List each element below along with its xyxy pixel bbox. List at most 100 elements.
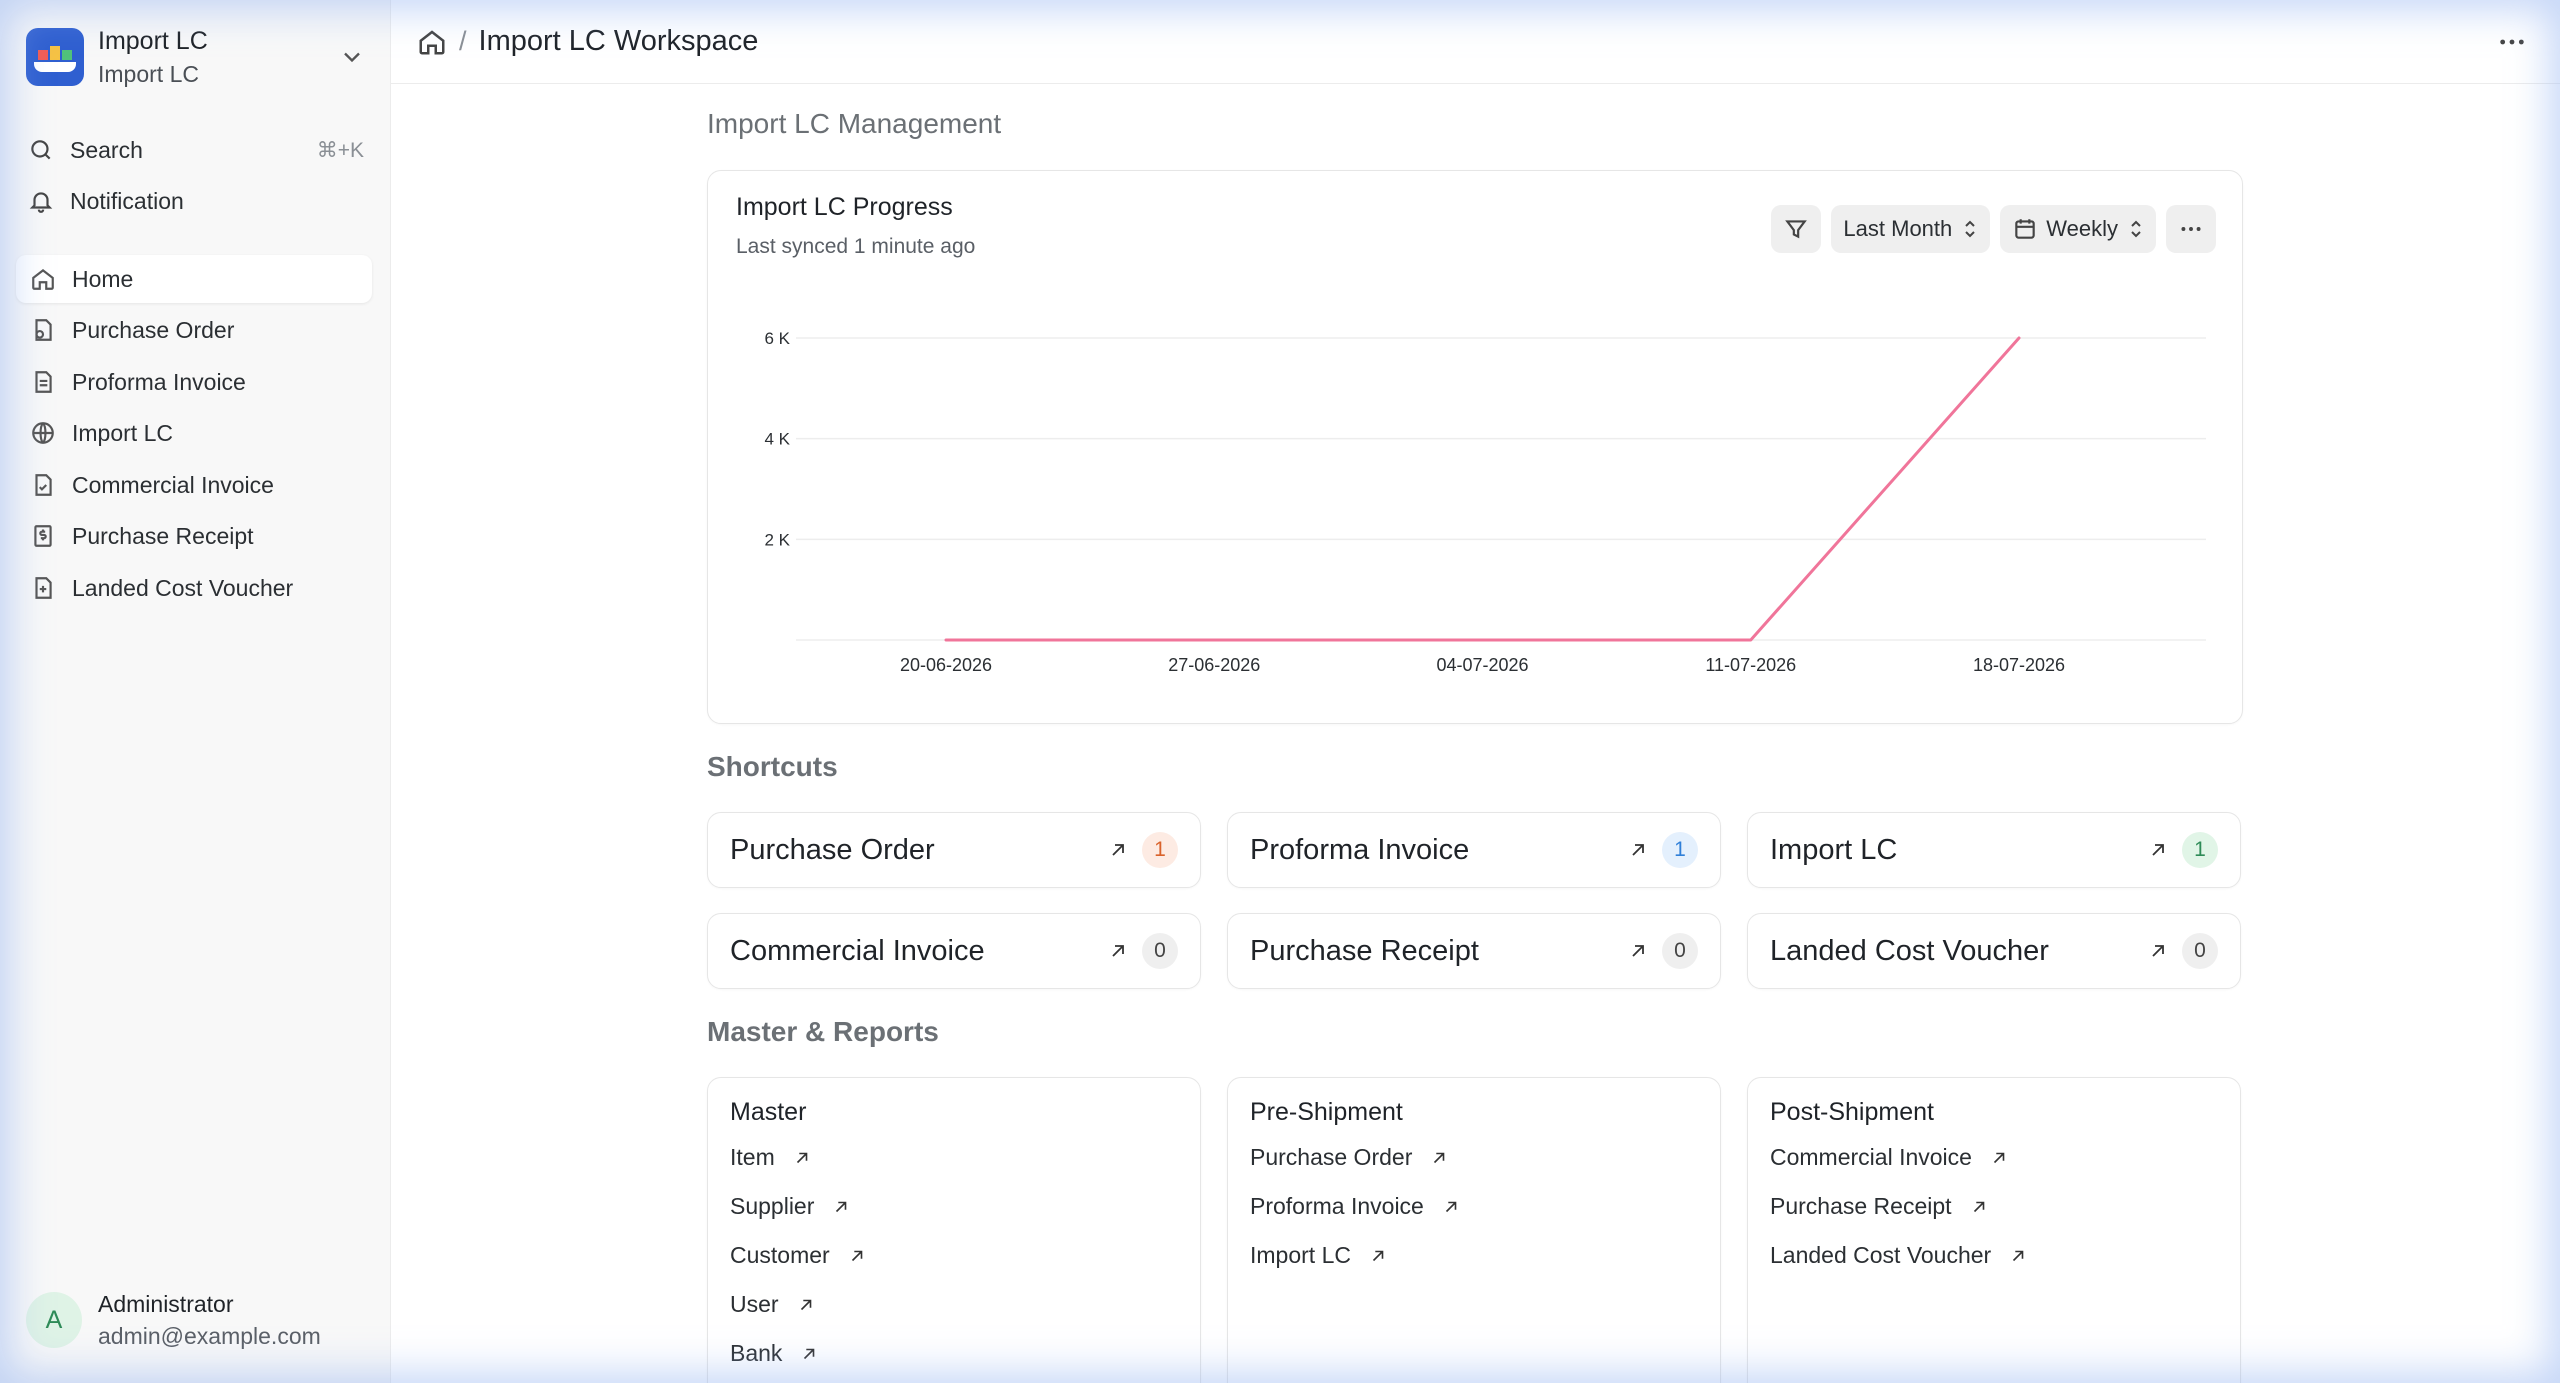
sidebar-item-purchase-receipt[interactable]: Purchase Receipt (16, 512, 372, 560)
shortcut-count-badge: 0 (1662, 933, 1698, 969)
report-link-label: Proforma Invoice (1250, 1193, 1424, 1219)
sidebar-item-landed-cost-voucher[interactable]: Landed Cost Voucher (16, 564, 372, 612)
workspace-subtitle: Import LC (98, 61, 199, 87)
arrow-up-right-icon (851, 1250, 863, 1261)
sidebar-item-label: Proforma Invoice (72, 368, 246, 395)
shortcut-card[interactable]: Purchase Order 1 (707, 812, 1201, 888)
chevron-down-icon[interactable] (338, 43, 366, 71)
user-menu[interactable]: A Administrator admin@example.com (26, 1285, 321, 1355)
arrow-up-right-icon (1632, 844, 1644, 856)
y-tick-label: 6 K (764, 329, 790, 348)
shortcut-card[interactable]: Purchase Receipt 0 (1227, 913, 1721, 989)
report-card-title: Master (730, 1098, 807, 1126)
section-title: Import LC Management (707, 108, 1002, 139)
report-link[interactable]: Bank (730, 1340, 818, 1367)
y-tick-label: 4 K (764, 430, 790, 449)
page-title: Import LC Workspace (478, 25, 759, 57)
report-link[interactable]: Commercial Invoice (1770, 1144, 2008, 1171)
shortcut-count-badge: 0 (2182, 933, 2218, 969)
shortcut-label: Purchase Order (730, 833, 935, 866)
arrow-up-right-icon (1993, 1152, 2005, 1163)
notification-button[interactable]: Notification (16, 179, 376, 223)
workspace-switcher[interactable]: Import LC Import LC (26, 26, 366, 88)
reports-title: Master & Reports (707, 1016, 939, 1047)
report-link-label: Purchase Receipt (1770, 1193, 1952, 1219)
shortcut-label: Commercial Invoice (730, 934, 985, 967)
shortcut-label: Purchase Receipt (1250, 934, 1479, 967)
x-tick-label: 27-06-2026 (1168, 655, 1260, 675)
report-link-label: Landed Cost Voucher (1770, 1242, 1992, 1268)
shortcut-card[interactable]: Proforma Invoice 1 (1227, 812, 1721, 888)
arrow-up-right-icon (1112, 945, 1124, 957)
arrow-up-right-icon (2152, 844, 2164, 856)
shortcuts-title: Shortcuts (707, 751, 838, 782)
report-link-label: Customer (730, 1242, 830, 1268)
report-link[interactable]: Purchase Order (1250, 1144, 1448, 1171)
bell-icon (29, 192, 53, 213)
shortcut-card[interactable]: Landed Cost Voucher 0 (1747, 913, 2241, 989)
search-button[interactable]: Search ⌘+K (16, 128, 376, 172)
report-card: Pre-Shipment Purchase Order Proforma Invoi… (1227, 1077, 1721, 1383)
x-tick-label: 11-07-2026 (1705, 655, 1796, 675)
sidebar-item-label: Purchase Order (72, 316, 235, 343)
shortcut-count-badge: 1 (2182, 832, 2218, 868)
shortcut-card[interactable]: Import LC 1 (1747, 812, 2241, 888)
file-plus-icon (35, 577, 52, 599)
report-link[interactable]: Supplier (730, 1193, 850, 1220)
report-link[interactable]: User (730, 1291, 815, 1318)
report-link-label: Import LC (1250, 1242, 1351, 1268)
user-email: admin@example.com (98, 1323, 321, 1349)
home-icon[interactable] (417, 27, 447, 57)
document-icon (35, 371, 52, 393)
user-name: Administrator (98, 1291, 234, 1317)
notification-label: Notification (70, 187, 184, 214)
report-link-label: Supplier (730, 1193, 815, 1219)
home-icon (32, 268, 54, 290)
report-link-label: Item (730, 1144, 775, 1170)
shortcut-count-badge: 1 (1662, 832, 1698, 868)
series-line (944, 336, 2021, 642)
report-link-label: User (730, 1291, 779, 1317)
shortcut-label: Landed Cost Voucher (1770, 934, 2049, 967)
arrow-up-right-icon (796, 1152, 808, 1163)
sidebar-item-proforma-invoice[interactable]: Proforma Invoice (16, 358, 372, 406)
shortcut-count-badge: 0 (1142, 933, 1178, 969)
sidebar-item-label: Import LC (72, 419, 173, 446)
report-link[interactable]: Customer (730, 1242, 866, 1269)
sidebar-item-purchase-order[interactable]: Purchase Order (16, 306, 372, 354)
sidebar-item-label: Landed Cost Voucher (72, 574, 294, 601)
sidebar: Import LC Import LC Search ⌘+K Notificat… (0, 0, 391, 1383)
x-tick-label: 04-07-2026 (1436, 655, 1528, 675)
top-bar: / Import LC Workspace (391, 0, 2560, 84)
shortcut-card[interactable]: Commercial Invoice 0 (707, 913, 1201, 989)
workspace-title: Import LC (98, 27, 208, 55)
line-chart: 2 K 4 K 6 K 20-06-2026 27-06-2026 04-07-2026 1… (764, 329, 2206, 675)
report-link[interactable]: Purchase Receipt (1770, 1193, 1988, 1220)
report-link[interactable]: Proforma Invoice (1250, 1193, 1460, 1220)
sidebar-item-label: Commercial Invoice (72, 471, 274, 498)
sidebar-item-import-lc[interactable]: Import LC (16, 409, 372, 457)
arrow-up-right-icon (1445, 1201, 1457, 1212)
y-tick-label: 2 K (764, 530, 790, 549)
dollar-receipt-icon (34, 525, 52, 547)
shortcut-label: Import LC (1770, 833, 1898, 866)
report-link[interactable]: Landed Cost Voucher (1770, 1242, 2027, 1269)
report-link-label: Bank (730, 1340, 783, 1366)
sidebar-item-home[interactable]: Home (16, 255, 372, 303)
invoice-icon (35, 474, 52, 496)
report-link[interactable]: Item (730, 1144, 811, 1171)
report-card: Post-Shipment Commercial Invoice Purchase … (1747, 1077, 2241, 1383)
arrow-up-right-icon (1632, 945, 1644, 957)
report-link-label: Commercial Invoice (1770, 1144, 1972, 1170)
shortcut-count-badge: 1 (1142, 832, 1178, 868)
more-options-icon[interactable] (2496, 26, 2528, 58)
arrow-up-right-icon (2013, 1250, 2024, 1261)
arrow-up-right-icon (836, 1201, 847, 1212)
search-icon (31, 140, 51, 160)
report-link[interactable]: Import LC (1250, 1242, 1387, 1269)
report-link-label: Purchase Order (1250, 1144, 1413, 1170)
arrow-up-right-icon (804, 1348, 815, 1359)
sidebar-item-label: Purchase Receipt (72, 522, 254, 549)
sidebar-item-commercial-invoice[interactable]: Commercial Invoice (16, 461, 372, 509)
x-tick-label: 18-07-2026 (1973, 655, 2065, 675)
